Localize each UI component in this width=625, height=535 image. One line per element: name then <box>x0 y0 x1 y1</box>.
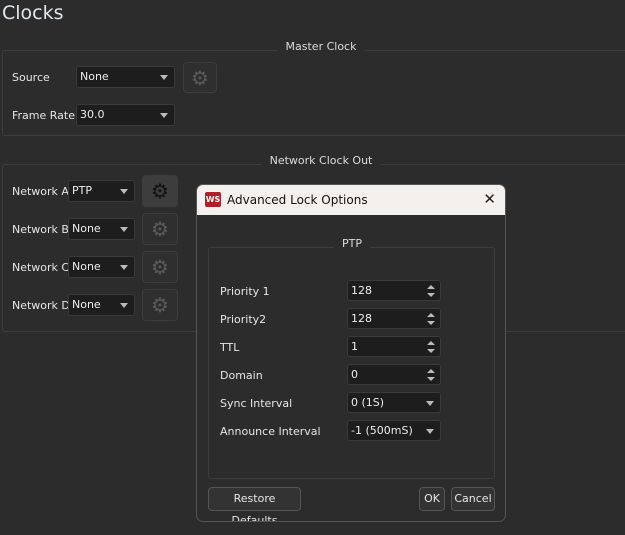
priority2-spinbox[interactable]: 128 <box>347 308 441 329</box>
announce-interval-label: Announce Interval <box>220 425 321 438</box>
announce-interval-value: -1 (500mS) <box>351 424 413 437</box>
network-a-label: Network A <box>12 185 69 198</box>
gear-icon: ⚙ <box>191 65 209 90</box>
chevron-down-icon <box>426 401 434 406</box>
network-c-combo[interactable]: None <box>68 256 135 278</box>
spin-up-icon[interactable] <box>427 285 435 289</box>
sync-interval-label: Sync Interval <box>220 397 293 410</box>
network-c-label: Network C <box>12 261 70 274</box>
frame-rate-combo[interactable]: 30.0 <box>76 104 175 126</box>
network-clock-out-title: Network Clock Out <box>261 154 381 167</box>
spin-down-icon[interactable] <box>427 377 435 381</box>
chevron-down-icon <box>120 265 128 270</box>
dialog-title-bar[interactable]: WS Advanced Lock Options ✕ <box>197 185 505 215</box>
cancel-button[interactable]: Cancel <box>451 487 495 511</box>
app-logo-icon: WS <box>205 192 221 207</box>
source-combo[interactable]: None <box>76 66 175 88</box>
network-b-label: Network B <box>12 223 69 236</box>
sync-interval-value: 0 (1S) <box>351 396 385 409</box>
ttl-label: TTL <box>220 341 240 354</box>
frame-rate-value: 30.0 <box>80 108 105 121</box>
network-b-settings-button[interactable]: ⚙ <box>142 213 178 245</box>
gear-icon: ⚙ <box>151 293 169 317</box>
restore-defaults-button[interactable]: Restore Defaults <box>208 487 301 521</box>
domain-spinbox[interactable]: 0 <box>347 364 441 385</box>
ttl-value: 1 <box>351 340 358 353</box>
spin-down-icon[interactable] <box>427 349 435 353</box>
priority2-label: Priority2 <box>220 313 267 326</box>
source-label: Source <box>12 71 50 84</box>
domain-label: Domain <box>220 369 263 382</box>
network-a-settings-button[interactable]: ⚙ <box>142 175 178 207</box>
spin-down-icon[interactable] <box>427 293 435 297</box>
source-value: None <box>80 70 109 83</box>
network-a-value: PTP <box>72 184 92 197</box>
gear-icon: ⚙ <box>151 255 169 279</box>
chevron-down-icon <box>426 429 434 434</box>
advanced-lock-options-dialog: WS Advanced Lock Options ✕ PTP Priority … <box>196 184 506 522</box>
dialog-title: Advanced Lock Options <box>227 193 368 207</box>
priority-1-spinbox[interactable]: 128 <box>347 280 441 301</box>
network-d-label: Network D <box>12 299 70 312</box>
master-clock-title: Master Clock <box>277 40 365 53</box>
spin-up-icon[interactable] <box>427 313 435 317</box>
announce-interval-combo[interactable]: -1 (500mS) <box>347 420 441 441</box>
source-settings-button[interactable]: ⚙ <box>183 62 217 93</box>
chevron-down-icon <box>120 303 128 308</box>
chevron-down-icon <box>120 189 128 194</box>
chevron-down-icon <box>120 227 128 232</box>
close-icon[interactable]: ✕ <box>483 190 496 208</box>
frame-rate-label: Frame Rate <box>12 109 75 122</box>
sync-interval-combo[interactable]: 0 (1S) <box>347 392 441 413</box>
gear-icon: ⚙ <box>151 179 169 203</box>
priority-1-value: 128 <box>351 284 372 297</box>
network-b-combo[interactable]: None <box>68 218 135 240</box>
domain-value: 0 <box>351 368 358 381</box>
gear-icon: ⚙ <box>151 217 169 241</box>
network-d-value: None <box>72 298 101 311</box>
network-c-value: None <box>72 260 101 273</box>
spin-down-icon[interactable] <box>427 321 435 325</box>
page-title: Clocks <box>2 2 64 24</box>
ptp-group-title: PTP <box>334 237 370 250</box>
network-d-settings-button[interactable]: ⚙ <box>142 289 178 321</box>
priority-1-label: Priority 1 <box>220 285 270 298</box>
ttl-spinbox[interactable]: 1 <box>347 336 441 357</box>
network-a-combo[interactable]: PTP <box>68 180 135 202</box>
chevron-down-icon <box>160 113 168 118</box>
spin-up-icon[interactable] <box>427 341 435 345</box>
network-b-value: None <box>72 222 101 235</box>
network-d-combo[interactable]: None <box>68 294 135 316</box>
chevron-down-icon <box>160 75 168 80</box>
network-c-settings-button[interactable]: ⚙ <box>142 251 178 283</box>
ok-button[interactable]: OK <box>419 487 445 511</box>
priority2-value: 128 <box>351 312 372 325</box>
spin-up-icon[interactable] <box>427 369 435 373</box>
